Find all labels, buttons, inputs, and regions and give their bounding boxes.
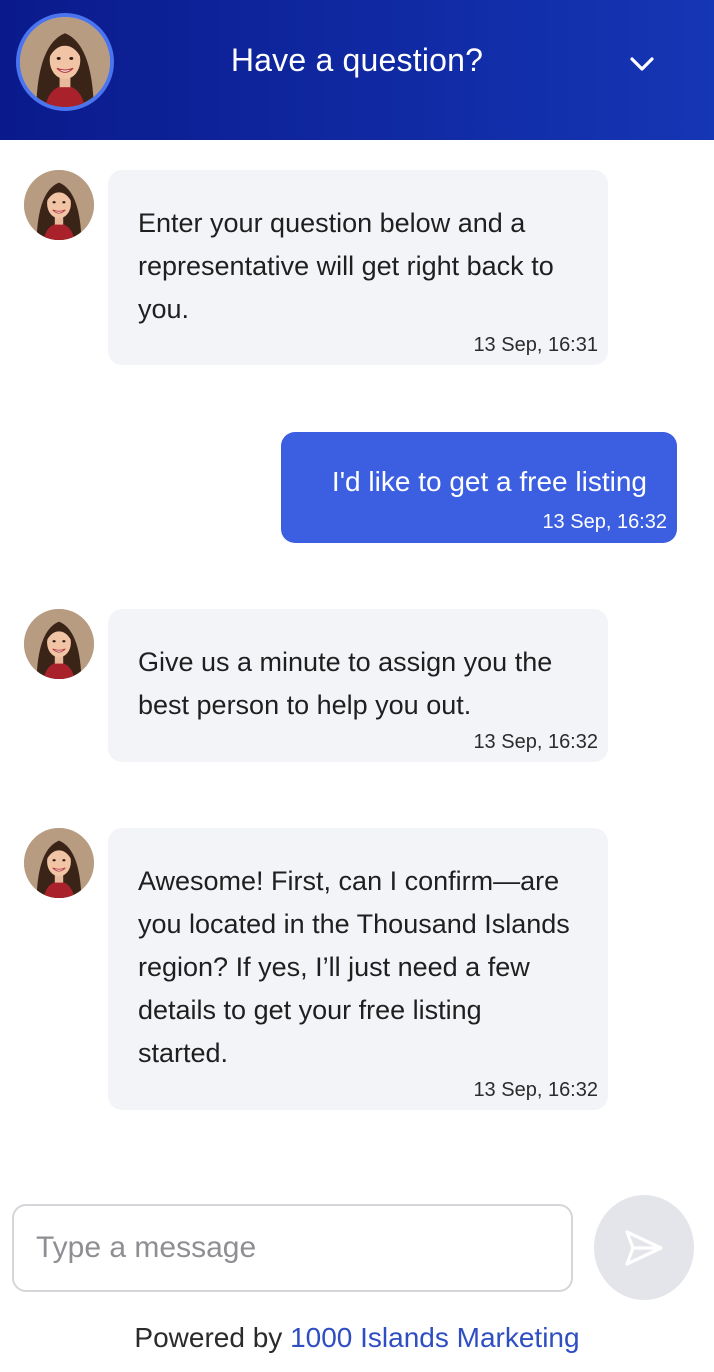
message-time: 13 Sep, 16:32 [473, 1079, 598, 1101]
agent-message: Awesome! First, can I confirm—are you lo… [108, 828, 608, 1110]
agent-photo [24, 170, 94, 240]
agent-avatar [24, 609, 94, 679]
powered-by: Powered by 1000 Islands Marketing [0, 1322, 714, 1354]
agent-avatar [24, 828, 94, 898]
agent-message: Give us a minute to assign you the best … [108, 609, 608, 762]
user-message: I'd like to get a free listing 13 Sep, 1… [281, 432, 677, 543]
message-text: I'd like to get a free listing [331, 466, 647, 497]
agent-photo [24, 609, 94, 679]
agent-avatar [24, 170, 94, 240]
chat-title: Have a question? [230, 42, 484, 78]
chat-header: Have a question? [0, 0, 714, 140]
message-text: Awesome! First, can I confirm—are you lo… [138, 866, 570, 1068]
chat-widget: Have a question? Enter your question bel… [0, 0, 714, 1372]
message-text: Enter your question below and a represen… [138, 208, 554, 324]
powered-by-label: Powered by [134, 1322, 283, 1353]
agent-photo [24, 828, 94, 898]
message-input[interactable] [12, 1204, 573, 1292]
message-time: 13 Sep, 16:31 [473, 334, 598, 356]
message-time: 13 Sep, 16:32 [542, 511, 667, 533]
send-button[interactable] [594, 1195, 694, 1300]
collapse-button[interactable] [620, 44, 664, 84]
agent-message: Enter your question below and a represen… [108, 170, 608, 365]
send-icon [625, 1229, 663, 1266]
chevron-down-icon [630, 57, 654, 71]
message-time: 13 Sep, 16:32 [473, 731, 598, 753]
message-text: Give us a minute to assign you the best … [138, 647, 553, 720]
brand-link[interactable]: 1000 Islands Marketing [290, 1322, 580, 1353]
